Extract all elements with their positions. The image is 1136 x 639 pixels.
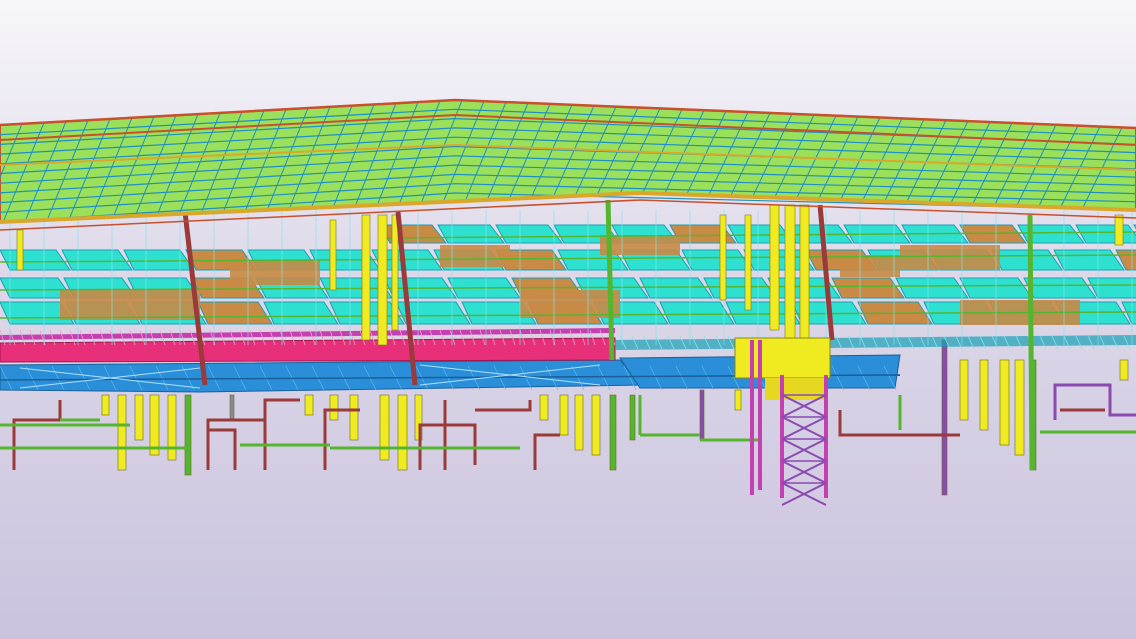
lower-column-1 [134, 394, 144, 441]
brown-deck-zone-4 [600, 235, 680, 255]
lower-column-2 [149, 394, 160, 456]
upper-column-4 [784, 204, 796, 341]
upper-column-9 [329, 219, 337, 291]
tower-platform-side [765, 378, 825, 400]
brown-deck-zone-2 [440, 245, 510, 267]
lower-column-13 [574, 394, 584, 451]
brown-deck-zone-5 [900, 245, 1000, 270]
lower-column-6 [329, 394, 339, 421]
upper-column-7 [744, 214, 752, 311]
lower-column-18 [734, 389, 742, 411]
lower-column-9 [397, 394, 408, 471]
brown-deck-zone-7 [840, 255, 900, 277]
brown-deck-zone-1 [230, 260, 320, 285]
lower-column-4 [184, 394, 192, 476]
floor-slab-12 [1075, 224, 1136, 244]
lower-column-14 [591, 394, 601, 456]
brown-deck-zone-3 [520, 290, 620, 318]
upper-column-5 [799, 204, 810, 346]
lower-column-3 [167, 394, 177, 461]
lower-column-27 [229, 394, 235, 421]
brown-deck-zone-0 [60, 290, 200, 320]
upper-column-8 [1114, 214, 1124, 246]
lower-column-11 [539, 394, 549, 421]
model-viewport[interactable] [0, 0, 1136, 639]
lower-column-20 [979, 359, 989, 431]
lower-column-26 [101, 394, 110, 416]
lower-column-0 [117, 394, 127, 471]
lower-column-17 [699, 389, 705, 441]
tower-platform [734, 337, 831, 379]
lower-column-15 [609, 394, 617, 471]
upper-column-0 [361, 214, 371, 341]
structural-model-3d-view[interactable] [0, 0, 1136, 639]
lower-column-8 [379, 394, 390, 461]
lower-column-12 [559, 394, 569, 436]
upper-column-1 [377, 214, 388, 346]
lower-column-21 [999, 359, 1010, 446]
lower-column-19 [959, 359, 969, 421]
lower-column-25 [1119, 359, 1129, 381]
upper-column-6 [719, 214, 727, 301]
lower-column-7 [349, 394, 359, 441]
main-column-4 [1027, 214, 1035, 471]
lower-column-5 [304, 394, 314, 416]
upper-column-2 [391, 214, 399, 331]
lower-column-22 [1014, 359, 1025, 456]
upper-column-10 [16, 229, 24, 271]
upper-column-3 [769, 204, 780, 331]
lower-column-16 [629, 394, 636, 441]
lower-column-24 [941, 339, 948, 496]
